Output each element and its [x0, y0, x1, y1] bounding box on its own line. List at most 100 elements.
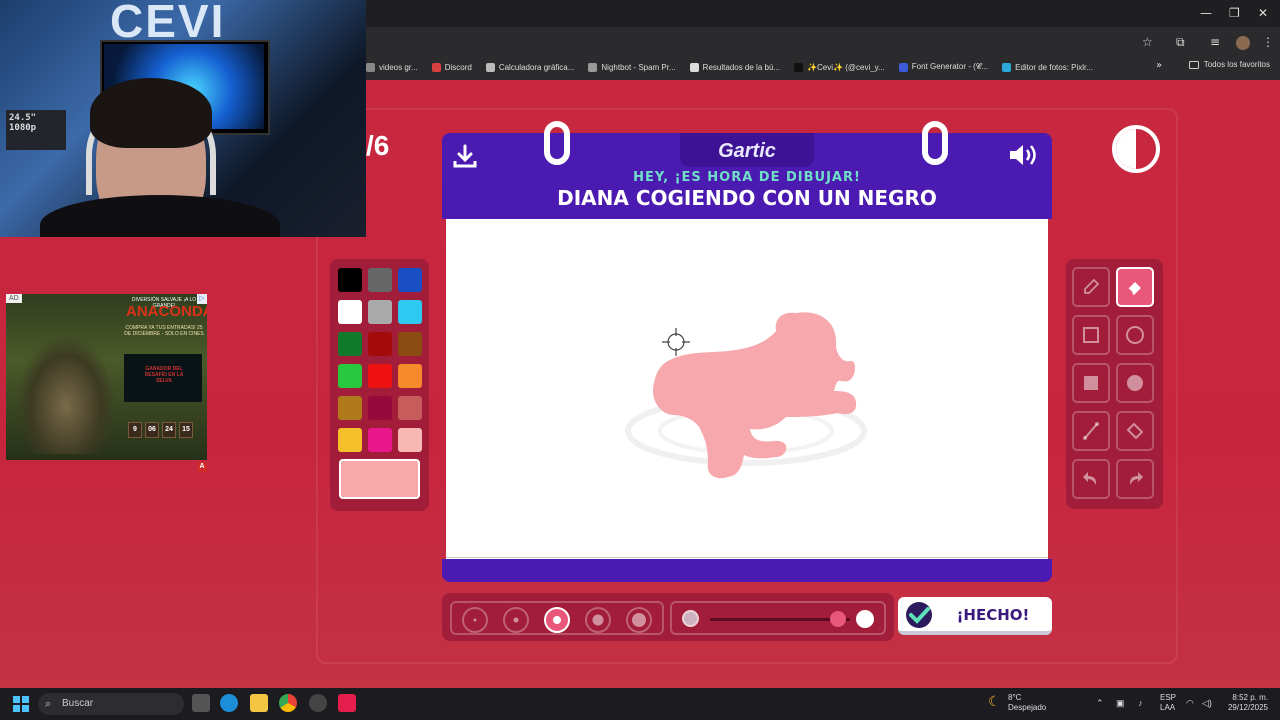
bookmark-label: ✨Cevi✨ (@cevi_y...	[807, 62, 885, 72]
bookmark-favicon-icon	[485, 62, 495, 72]
ad-video: GANADOR DEL DESAFÍO EN LA SELVA	[124, 354, 202, 402]
bookmark-item[interactable]: Editor de fotos: Pixlr...	[1002, 62, 1093, 72]
restore-button[interactable]: ❐	[1229, 6, 1240, 20]
bookmark-item[interactable]: Calculadora gráfica...	[485, 62, 574, 72]
drawing-canvas[interactable]	[446, 219, 1048, 559]
bookmark-item[interactable]: Discord	[431, 62, 472, 72]
color-swatch[interactable]	[338, 364, 362, 388]
bookmark-star-icon[interactable]: ☆	[1142, 35, 1153, 49]
edge-icon[interactable]	[220, 694, 238, 712]
windows-start-icon[interactable]	[13, 696, 29, 712]
color-swatch[interactable]	[398, 300, 422, 324]
color-swatch[interactable]	[338, 268, 362, 292]
extensions-icon[interactable]: ⧉	[1176, 35, 1185, 50]
color-swatch[interactable]	[398, 364, 422, 388]
minimize-button[interactable]: —	[1200, 6, 1212, 20]
drawing-board: Gartic HEY, ¡ES HORA DE DIBUJAR! DIANA C…	[442, 121, 1052, 582]
brush-size-option[interactable]	[626, 607, 652, 633]
bookmark-favicon-icon	[898, 62, 908, 72]
bookmark-item[interactable]: Nightbot - Spam Pr...	[588, 62, 676, 72]
volume-icon[interactable]	[1008, 142, 1040, 168]
color-swatch[interactable]	[338, 332, 362, 356]
bookmark-label: Editor de fotos: Pixlr...	[1015, 62, 1093, 72]
color-swatch[interactable]	[398, 268, 422, 292]
close-button[interactable]: ✕	[1258, 6, 1268, 20]
undo-tool-button[interactable]	[1072, 459, 1110, 499]
task-view-icon[interactable]	[192, 694, 210, 712]
color-swatch[interactable]	[338, 428, 362, 452]
bookmarks-overflow-icon[interactable]: »	[1156, 60, 1162, 71]
chrome-icon[interactable]	[279, 694, 297, 712]
gartic-logo: Gartic	[680, 133, 814, 167]
all-favorites-folder[interactable]: Todos los favoritos	[1188, 60, 1270, 69]
clock-time: 8:52 p. m.	[1232, 693, 1268, 702]
undo-icon	[1083, 472, 1097, 485]
current-color-preview[interactable]	[339, 459, 420, 499]
color-swatch[interactable]	[398, 428, 422, 452]
menu-dots-icon[interactable]: ⋮	[1262, 35, 1274, 49]
color-swatch[interactable]	[368, 332, 392, 356]
tray-app-icon[interactable]: ▣	[1116, 698, 1125, 708]
redo-tool-button[interactable]	[1116, 459, 1154, 499]
color-swatch[interactable]	[338, 300, 362, 324]
eraser-tool-button[interactable]	[1116, 267, 1154, 307]
download-icon[interactable]	[452, 143, 478, 169]
wifi-icon[interactable]: ◠	[1186, 698, 1194, 708]
bookmark-item[interactable]: Font Generator - (𝓒...	[898, 62, 988, 72]
color-swatch[interactable]	[368, 428, 392, 452]
countdown-digit: 24	[162, 422, 176, 438]
bookmark-label: Discord	[444, 62, 472, 72]
taskbar-search[interactable]: ⌕ Buscar	[38, 693, 184, 715]
weather-temp: 8°C	[1008, 693, 1022, 702]
opacity-slider-thumb[interactable]	[830, 611, 846, 627]
fill-bucket-icon	[1126, 422, 1144, 440]
volume-tray-icon[interactable]: ◁)	[1202, 698, 1212, 708]
ad-tag: AD	[6, 294, 22, 303]
done-button[interactable]: ¡HECHO!	[898, 597, 1052, 635]
adchoices-icon[interactable]: A	[197, 462, 207, 472]
advertisement[interactable]: AD ▷ DIVERSIÓN SALVAJE ¡A LO GRANDE! ANA…	[6, 294, 207, 460]
line-tool-button[interactable]	[1072, 411, 1110, 451]
weather-moon-icon: ☾	[988, 693, 1001, 709]
fill-bucket-tool-button[interactable]	[1116, 411, 1154, 451]
bookmark-item[interactable]: Resultados de la bú...	[689, 62, 781, 72]
profile-avatar[interactable]	[1236, 36, 1250, 50]
bookmark-label: Resultados de la bú...	[702, 62, 781, 72]
color-swatch[interactable]	[368, 396, 392, 420]
eraser-icon	[1127, 282, 1141, 295]
color-swatch[interactable]	[338, 396, 362, 420]
weather-widget[interactable]: 8°C Despejado	[1008, 693, 1046, 713]
obs-icon[interactable]	[309, 694, 327, 712]
bookmark-item[interactable]: videos gr...	[366, 62, 418, 72]
theme-toggle-button[interactable]	[1112, 125, 1160, 173]
tiktok-live-icon[interactable]	[338, 694, 356, 712]
filled-ellipse-tool-button[interactable]	[1116, 363, 1154, 403]
bookmark-favicon-icon	[588, 62, 598, 72]
color-swatch[interactable]	[368, 268, 392, 292]
filled-rectangle-tool-button[interactable]	[1072, 363, 1110, 403]
ellipse-tool-button[interactable]	[1116, 315, 1154, 355]
brush-size-option[interactable]	[544, 607, 570, 633]
drawing	[625, 312, 867, 479]
all-favorites-label: Todos los favoritos	[1203, 60, 1270, 69]
color-swatch[interactable]	[368, 300, 392, 324]
pencil-tool-button[interactable]	[1072, 267, 1110, 307]
color-swatch[interactable]	[398, 332, 422, 356]
opacity-slider[interactable]	[670, 601, 886, 635]
color-swatch[interactable]	[368, 364, 392, 388]
tray-chevron-icon[interactable]: ⌃	[1096, 698, 1104, 708]
brush-size-option[interactable]	[462, 607, 488, 633]
microphone-icon[interactable]: ♪	[1138, 698, 1143, 708]
color-swatch[interactable]	[398, 396, 422, 420]
media-icon[interactable]: ≡	[1210, 35, 1220, 49]
file-explorer-icon[interactable]	[250, 694, 268, 712]
bookmark-favicon-icon	[431, 62, 441, 72]
brush-size-option[interactable]	[503, 607, 529, 633]
search-icon: ⌕	[45, 698, 52, 710]
brush-size-option[interactable]	[585, 607, 611, 633]
language-indicator[interactable]: ESP LAA	[1160, 693, 1176, 713]
rectangle-tool-button[interactable]	[1072, 315, 1110, 355]
bookmark-item[interactable]: ✨Cevi✨ (@cevi_y...	[794, 62, 885, 72]
bookmark-favicon-icon	[689, 62, 699, 72]
clock[interactable]: 8:52 p. m. 29/12/2025	[1224, 693, 1268, 713]
